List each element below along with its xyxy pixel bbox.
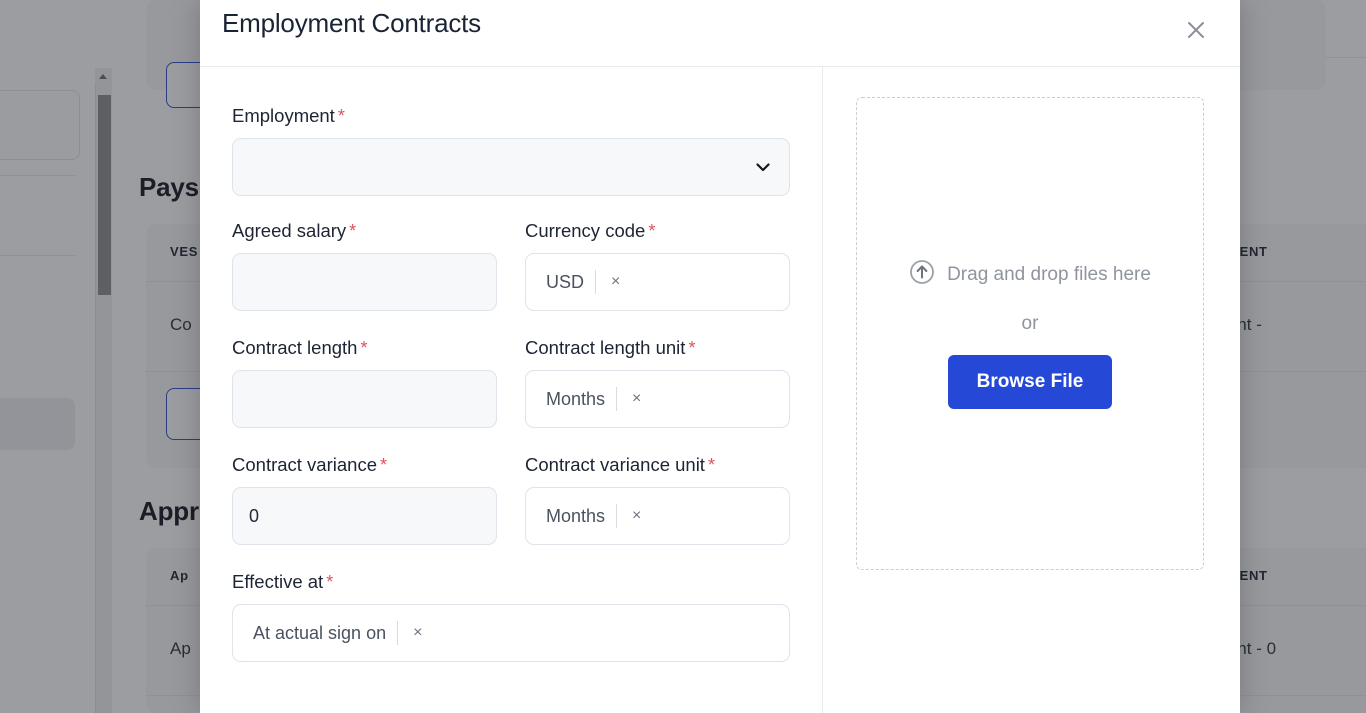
contract-form: Employment * Agreed salary * Currency co… bbox=[200, 67, 823, 713]
remove-token-icon[interactable]: × bbox=[628, 506, 645, 526]
contract-length-unit-token: Months × bbox=[536, 382, 647, 416]
label-contract-variance-unit-text: Contract variance unit bbox=[525, 454, 705, 475]
required-marker: * bbox=[688, 338, 696, 358]
label-currency-code: Currency code * bbox=[525, 220, 790, 242]
token-divider bbox=[616, 504, 618, 528]
dropzone-or-text: or bbox=[1021, 312, 1039, 334]
agreed-salary-input[interactable] bbox=[232, 253, 497, 311]
employment-contracts-modal: Employment Contracts Employment * Agreed… bbox=[200, 0, 1240, 713]
dropzone-prompt: Drag and drop files here bbox=[909, 259, 1151, 291]
label-contract-variance-unit: Contract variance unit * bbox=[525, 454, 790, 476]
token-divider bbox=[397, 621, 399, 645]
label-employment: Employment * bbox=[232, 105, 790, 127]
required-marker: * bbox=[349, 221, 357, 241]
label-currency-code-text: Currency code bbox=[525, 220, 646, 241]
chevron-down-icon bbox=[754, 158, 772, 176]
label-employment-text: Employment bbox=[232, 105, 335, 126]
token-divider bbox=[616, 387, 618, 411]
field-agreed-salary: Agreed salary * bbox=[232, 220, 497, 311]
required-marker: * bbox=[326, 572, 334, 592]
label-contract-variance: Contract variance * bbox=[232, 454, 497, 476]
modal-body: Employment * Agreed salary * Currency co… bbox=[200, 67, 1240, 713]
file-dropzone[interactable]: Drag and drop files here or Browse File bbox=[856, 97, 1204, 570]
contract-variance-unit-token: Months × bbox=[536, 499, 647, 533]
contract-variance-input[interactable] bbox=[232, 487, 497, 545]
effective-at-token-label: At actual sign on bbox=[253, 622, 387, 643]
remove-token-icon[interactable]: × bbox=[607, 272, 624, 292]
browse-file-button[interactable]: Browse File bbox=[947, 354, 1113, 409]
contract-length-unit-select[interactable]: Months × bbox=[525, 370, 790, 428]
required-marker: * bbox=[648, 221, 656, 241]
close-icon[interactable] bbox=[1176, 10, 1216, 50]
file-upload-panel: Drag and drop files here or Browse File bbox=[823, 67, 1240, 713]
contract-length-input[interactable] bbox=[232, 370, 497, 428]
field-effective-at: Effective at * At actual sign on × bbox=[232, 571, 790, 662]
token-divider bbox=[595, 270, 597, 294]
modal-header: Employment Contracts bbox=[200, 0, 1240, 67]
effective-at-token: At actual sign on × bbox=[243, 616, 428, 650]
field-employment: Employment * bbox=[232, 105, 790, 196]
label-agreed-salary: Agreed salary * bbox=[232, 220, 497, 242]
label-effective-at-text: Effective at bbox=[232, 571, 324, 592]
contract-length-unit-token-label: Months bbox=[546, 388, 606, 409]
contract-variance-unit-select[interactable]: Months × bbox=[525, 487, 790, 545]
field-contract-length: Contract length * bbox=[232, 337, 497, 428]
employment-select[interactable] bbox=[232, 138, 790, 196]
required-marker: * bbox=[360, 338, 368, 358]
remove-token-icon[interactable]: × bbox=[409, 623, 426, 643]
label-contract-length-unit: Contract length unit * bbox=[525, 337, 790, 359]
currency-code-token: USD × bbox=[536, 265, 626, 299]
field-currency-code: Currency code * USD × bbox=[525, 220, 790, 311]
modal-title: Employment Contracts bbox=[222, 8, 481, 38]
contract-variance-unit-token-label: Months bbox=[546, 505, 606, 526]
field-contract-variance: Contract variance * bbox=[232, 454, 497, 545]
label-contract-variance-text: Contract variance bbox=[232, 454, 377, 475]
label-contract-length-text: Contract length bbox=[232, 337, 358, 358]
field-contract-length-unit: Contract length unit * Months × bbox=[525, 337, 790, 428]
currency-code-token-label: USD bbox=[546, 271, 585, 292]
remove-token-icon[interactable]: × bbox=[628, 389, 645, 409]
label-effective-at: Effective at * bbox=[232, 571, 790, 593]
dropzone-text: Drag and drop files here bbox=[947, 263, 1151, 285]
field-contract-variance-unit: Contract variance unit * Months × bbox=[525, 454, 790, 545]
row-contract-variance: Contract variance* Contract variance uni… bbox=[232, 454, 790, 571]
label-contract-length-unit-text: Contract length unit bbox=[525, 337, 686, 358]
row-contract-length: Contract length * Contract length unit * M… bbox=[232, 337, 790, 454]
upload-circle-icon bbox=[909, 259, 935, 291]
page-root: Pays VES ASSIGNMENT Co Coruscant - Appr … bbox=[0, 0, 1366, 713]
label-contract-length: Contract length * bbox=[232, 337, 497, 359]
required-marker: * bbox=[337, 106, 345, 126]
required-marker: * bbox=[379, 455, 387, 475]
label-agreed-salary-text: Agreed salary bbox=[232, 220, 347, 241]
effective-at-select[interactable]: At actual sign on × bbox=[232, 604, 790, 662]
required-marker: * bbox=[707, 455, 715, 475]
row-salary-currency: Agreed salary * Currency code * USD × bbox=[232, 220, 790, 337]
currency-code-select[interactable]: USD × bbox=[525, 253, 790, 311]
